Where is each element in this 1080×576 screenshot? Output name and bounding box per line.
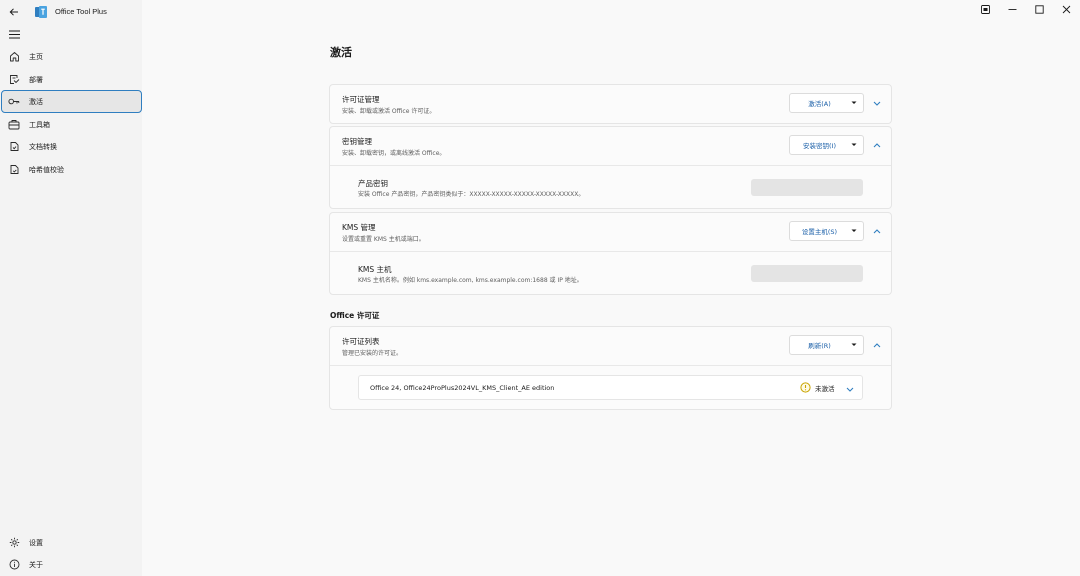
sidebar: Office Tool Plus 主页 部署 激活 工具箱 文档转换 哈希值校验… [0,0,142,576]
license-item[interactable]: Office 24, Office24ProPlus2024VL_KMS_Cli… [358,375,863,400]
chevron-up-icon[interactable] [872,140,882,150]
card-header[interactable]: 许可证管理 安装、卸载或激活 Office 许可证。 激活(A) [330,85,891,123]
close-button[interactable] [1053,0,1080,18]
sidebar-item-settings[interactable]: 设置 [2,532,141,553]
card-header[interactable]: KMS 管理 设置或重置 KMS 主机或端口。 设置主机(S) [330,213,891,251]
activate-split-button[interactable]: 激活(A) [789,93,864,113]
set-host-button[interactable]: 设置主机(S) [790,226,845,236]
license-management-card: 许可证管理 安装、卸载或激活 Office 许可证。 激活(A) [329,84,892,124]
app-logo [34,5,48,19]
chevron-up-icon[interactable] [872,226,882,236]
gear-icon [7,536,21,550]
app-title: Office Tool Plus [55,7,107,16]
maximize-icon [1035,4,1044,14]
minimize-button[interactable] [999,0,1026,18]
set-host-split-button[interactable]: 设置主机(S) [789,221,864,241]
kms-host-label: KMS 主机 [358,265,392,274]
home-icon [7,50,21,64]
titlebar-left: Office Tool Plus [0,0,142,24]
card-description: 安装、卸载或激活 Office 许可证。 [342,108,436,115]
license-status: 未激活 [800,382,835,393]
sidebar-item-home[interactable]: 主页 [2,46,141,67]
card-title: KMS 管理 [342,223,376,232]
info-icon [7,558,21,572]
sidebar-item-label: 工具箱 [29,120,50,129]
chevron-up-icon[interactable] [872,340,882,350]
sidebar-item-label: 哈希值校验 [29,165,64,174]
product-key-label: 产品密钥 [358,179,388,188]
sidebar-item-label: 关于 [29,560,43,569]
kms-host-input[interactable] [751,265,863,282]
caret-down-icon[interactable] [845,101,863,105]
card-header[interactable]: 密钥管理 安装、卸载密钥，或离线激活 Office。 安装密钥(I) [330,127,891,165]
key-management-card: 密钥管理 安装、卸载密钥，或离线激活 Office。 安装密钥(I) 产品密钥 … [329,126,892,209]
hash-check-icon [7,163,21,177]
status-badge: 未激活 [815,384,835,393]
kms-management-card: KMS 管理 设置或重置 KMS 主机或端口。 设置主机(S) KMS 主机 K… [329,212,892,295]
product-key-input[interactable] [751,179,863,196]
activate-button[interactable]: 激活(A) [790,98,845,108]
card-description: 设置或重置 KMS 主机或端口。 [342,236,425,243]
card-title: 密钥管理 [342,137,372,146]
sidebar-item-doc-convert[interactable]: 文档转换 [2,136,141,157]
document-convert-icon [7,140,21,154]
sidebar-item-about[interactable]: 关于 [2,554,141,575]
sidebar-item-activate[interactable]: 激活 [1,90,142,113]
close-icon [1062,5,1071,13]
sidebar-item-toolbox[interactable]: 工具箱 [2,114,141,135]
kms-host-description: KMS 主机名称。例如 kms.example.com, kms.example… [358,277,583,284]
sidebar-item-label: 部署 [29,75,43,84]
hamburger-icon [8,30,20,38]
install-key-split-button[interactable]: 安装密钥(I) [789,135,864,155]
card-description: 管理已安装的许可证。 [342,350,403,357]
card-title: 许可证管理 [342,95,380,104]
key-icon [7,95,21,109]
app-window: Office Tool Plus 主页 部署 激活 工具箱 文档转换 哈希值校验… [0,0,1080,576]
warning-icon [800,382,811,393]
sidebar-item-deploy[interactable]: 部署 [2,69,141,90]
install-key-button[interactable]: 安装密钥(I) [790,140,845,150]
sidebar-item-label: 设置 [29,538,43,547]
refresh-button[interactable]: 刷新(R) [790,340,845,350]
license-name: Office 24, Office24ProPlus2024VL_KMS_Cli… [370,384,555,392]
page-title: 激活 [330,46,352,59]
deploy-icon [7,73,21,87]
caret-down-icon[interactable] [845,343,863,347]
sidebar-item-label: 激活 [29,97,43,106]
license-list-card: 许可证列表 管理已安装的许可证。 刷新(R) Office 24, Office… [329,326,892,410]
compact-overlay-button[interactable] [972,0,999,18]
refresh-split-button[interactable]: 刷新(R) [789,335,864,355]
kms-host-row: KMS 主机 KMS 主机名称。例如 kms.example.com, kms.… [330,251,891,294]
chevron-down-icon[interactable] [845,384,855,394]
product-key-row: 产品密钥 安装 Office 产品密钥，产品密钥类似于：XXXXX-XXXXX-… [330,165,891,208]
chevron-down-icon[interactable] [872,98,882,108]
caret-down-icon[interactable] [845,229,863,233]
sidebar-item-label: 主页 [29,52,43,61]
back-button[interactable] [6,5,22,19]
window-controls [972,0,1080,18]
card-header[interactable]: 许可证列表 管理已安装的许可证。 刷新(R) [330,327,891,365]
license-list: Office 24, Office24ProPlus2024VL_KMS_Cli… [330,365,891,410]
toolbox-icon [7,118,21,132]
minimize-icon [1008,8,1017,10]
maximize-button[interactable] [1026,0,1053,18]
main-content: 激活 许可证管理 安装、卸载或激活 Office 许可证。 激活(A) 密钥管理… [142,0,1080,576]
compact-overlay-icon [981,4,990,14]
arrow-left-icon [9,8,18,16]
caret-down-icon[interactable] [845,143,863,147]
menu-toggle-button[interactable] [7,28,21,40]
sidebar-item-label: 文档转换 [29,142,57,151]
sidebar-item-hash-check[interactable]: 哈希值校验 [2,159,141,180]
card-title: 许可证列表 [342,337,380,346]
product-key-description: 安装 Office 产品密钥，产品密钥类似于：XXXXX-XXXXX-XXXXX… [358,191,585,198]
section-title: Office 许可证 [330,311,380,320]
card-description: 安装、卸载密钥，或离线激活 Office。 [342,150,446,157]
